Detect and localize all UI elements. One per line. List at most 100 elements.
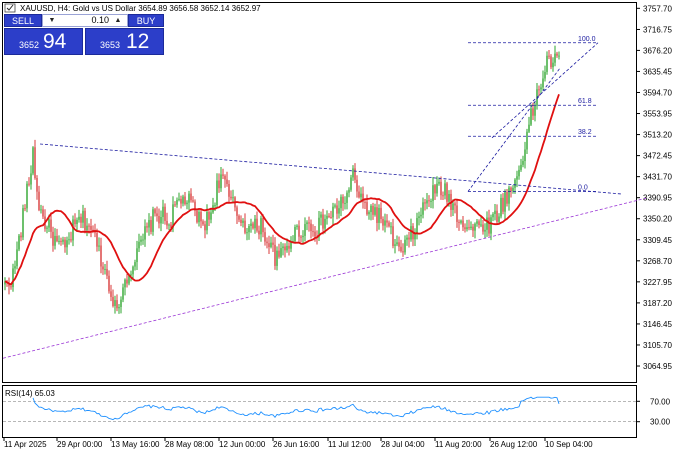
price-chart[interactable]: 100.0 61.8 38.2 0.0 3757.70 3716.75 3676.20 36… — [0, 0, 690, 450]
candle-body — [158, 216, 160, 224]
chevron-up-icon[interactable]: ▲ — [111, 15, 125, 26]
candle-body — [260, 218, 262, 235]
candle-body — [470, 226, 472, 229]
candle-body — [202, 221, 204, 225]
candle-body — [274, 244, 276, 266]
sell-button[interactable]: SELL — [4, 14, 42, 27]
chart-title: XAUUSD, H4: Gold vs US Dollar 3654.89 36… — [20, 4, 261, 13]
candle-body — [222, 174, 224, 176]
candle-body — [350, 177, 352, 190]
candle-body — [108, 275, 110, 292]
candle-body — [18, 235, 20, 250]
candle-body — [258, 230, 260, 235]
lot-input[interactable] — [61, 15, 109, 26]
price-axis: 3757.70 3716.75 3676.20 3635.45 3594.70 3553.… — [636, 4, 672, 371]
candle-body — [132, 266, 134, 275]
candle-body — [352, 168, 354, 178]
candle-body — [88, 225, 90, 227]
candle-body — [100, 245, 102, 267]
candle-body — [152, 209, 154, 232]
candle-body — [526, 131, 528, 150]
candle-body — [50, 219, 52, 232]
candle-body — [36, 177, 38, 192]
time-tick-label: 11 Apr 2025 — [4, 440, 47, 449]
candle-body — [72, 219, 74, 241]
candle-body — [448, 193, 450, 202]
price-tick-label: 3350.20 — [643, 215, 672, 224]
sell-price-button[interactable]: 3652 94 — [4, 28, 83, 55]
time-tick-label: 28 May 08:00 — [165, 440, 214, 449]
candle-body — [22, 208, 24, 238]
candle-body — [510, 187, 512, 192]
candle-body — [12, 268, 14, 288]
candle-body — [358, 191, 360, 198]
candle-body — [160, 216, 162, 224]
candle-body — [84, 210, 86, 231]
candle-body — [24, 208, 26, 210]
candle-body — [304, 224, 306, 236]
candle-body — [252, 223, 254, 229]
candle-body — [522, 160, 524, 165]
candle-body — [302, 235, 304, 238]
candle-body — [76, 219, 78, 225]
candle-body — [364, 201, 366, 203]
candle-body — [14, 266, 16, 269]
candle-body — [484, 229, 486, 232]
candle-body — [250, 223, 252, 227]
candle-body — [320, 214, 322, 218]
candle-body — [240, 219, 242, 223]
candle-body — [486, 217, 488, 230]
candle-body — [548, 55, 550, 57]
fib-level-label: 0.0 — [578, 184, 588, 191]
candle-body — [336, 205, 338, 214]
candle-body — [542, 78, 544, 88]
candle-body — [214, 205, 216, 207]
candle-body — [298, 225, 300, 237]
candle-body — [528, 124, 530, 132]
price-tick-label: 3268.70 — [643, 257, 672, 266]
lot-size-field[interactable]: ▼ ▲ — [42, 14, 128, 27]
candle-body — [376, 207, 378, 223]
candle-body — [242, 220, 244, 223]
fib-level-label: 61.8 — [578, 98, 592, 105]
candle-body — [462, 220, 464, 228]
candle-body — [164, 206, 166, 221]
time-tick-label: 26 Aug 12:00 — [490, 440, 538, 449]
candle-body — [90, 226, 92, 230]
fib-level-label: 38.2 — [578, 129, 592, 136]
candle-body — [520, 164, 522, 170]
candle-body — [138, 241, 140, 249]
candle-body — [440, 181, 442, 196]
price-tick-label: 3757.70 — [643, 4, 672, 13]
candle-body — [32, 147, 34, 174]
symbol-menu-icon[interactable] — [4, 3, 16, 13]
rsi-label: RSI(14) 65.03 — [5, 389, 55, 398]
candle-body — [20, 235, 22, 238]
candle-body — [454, 203, 456, 206]
drawings-layer: 100.0 61.8 38.2 0.0 — [2, 36, 647, 359]
time-tick-label: 26 Jun 16:00 — [273, 440, 320, 449]
candle-body — [356, 179, 358, 192]
candle-body — [380, 207, 382, 219]
buy-button[interactable]: BUY — [128, 14, 164, 27]
candle-body — [262, 218, 264, 233]
buy-price-prefix: 3653 — [100, 40, 121, 50]
candle-body — [404, 239, 406, 253]
candle-body — [68, 239, 70, 241]
candle-body — [554, 53, 556, 63]
candle-body — [428, 200, 430, 202]
candle-body — [410, 226, 412, 240]
chevron-down-icon[interactable]: ▼ — [45, 15, 59, 26]
candle-body — [436, 183, 438, 194]
buy-price-button[interactable]: 3653 12 — [85, 28, 164, 55]
candle-body — [118, 306, 120, 309]
candle-body — [534, 105, 536, 116]
candle-body — [200, 211, 202, 222]
candle-body — [232, 197, 234, 199]
candle-body — [80, 216, 82, 223]
price-tick-label: 3513.20 — [643, 131, 672, 140]
time-tick-label: 10 Sep 04:00 — [545, 440, 593, 449]
candle-body — [16, 249, 18, 267]
candle-body — [478, 221, 480, 226]
candle-body — [142, 239, 144, 241]
